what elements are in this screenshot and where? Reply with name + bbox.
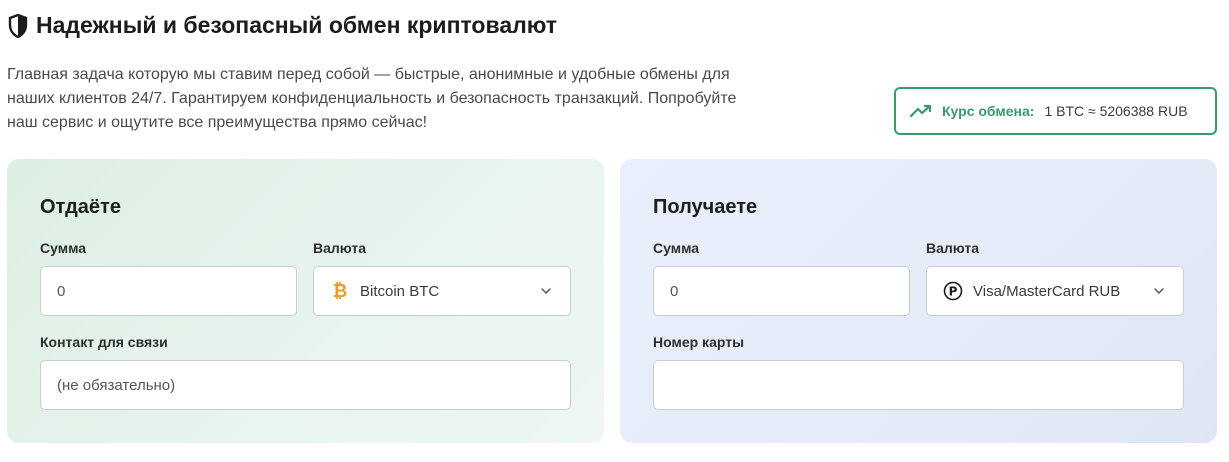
get-amount-field[interactable] — [653, 266, 910, 316]
get-currency-select[interactable]: P Visa/MasterCard RUB — [926, 266, 1184, 316]
page-title-text: Надежный и безопасный обмен криптовалют — [36, 12, 558, 38]
get-card: Получаете Сумма Валюта P Visa/MasterCard… — [620, 159, 1217, 443]
bitcoin-icon: ₿ — [333, 281, 348, 301]
card-number-label: Номер карты — [653, 334, 745, 350]
contact-input[interactable] — [57, 376, 570, 394]
contact-label: Контакт для связи — [40, 334, 168, 350]
card-number-field[interactable] — [653, 360, 1184, 410]
give-currency-label: Валюта — [313, 240, 367, 256]
give-card: Отдаёте Сумма Валюта ₿ Bitcoin BTC Конта… — [7, 159, 604, 443]
exchange-rate-label: Курс обмена: — [942, 103, 1035, 119]
exchange-rate-box: Курс обмена: 1 BTC ≈ 5206388 RUB — [894, 87, 1217, 135]
svg-text:₿: ₿ — [333, 281, 348, 301]
contact-field[interactable] — [40, 360, 571, 410]
give-amount-input[interactable] — [57, 282, 296, 300]
get-amount-input[interactable] — [670, 282, 909, 300]
exchange-page: Надежный и безопасный обмен криптовалют … — [0, 0, 1229, 462]
give-currency-select[interactable]: ₿ Bitcoin BTC — [313, 266, 571, 316]
chevron-down-icon — [541, 288, 551, 295]
give-heading: Отдаёте — [40, 196, 121, 218]
get-currency-value: Visa/MasterCard RUB — [973, 282, 1121, 300]
trending-up-icon — [910, 104, 932, 118]
chevron-down-icon — [1154, 288, 1164, 295]
give-amount-label: Сумма — [40, 240, 87, 256]
page-description: Главная задача которую мы ставим перед с… — [7, 66, 737, 131]
exchange-rate-value: 1 BTC ≈ 5206388 RUB — [1044, 103, 1188, 119]
get-heading: Получаете — [653, 196, 758, 218]
shield-icon — [8, 13, 28, 38]
svg-text:P: P — [949, 285, 958, 299]
give-amount-field[interactable] — [40, 266, 297, 316]
get-amount-label: Сумма — [653, 240, 700, 256]
give-currency-value: Bitcoin BTC — [360, 282, 440, 300]
card-number-input[interactable] — [670, 376, 1183, 394]
page-title: Надежный и безопасный обмен криптовалют — [8, 12, 557, 39]
get-currency-label: Валюта — [926, 240, 980, 256]
ruble-icon: P — [943, 281, 963, 301]
